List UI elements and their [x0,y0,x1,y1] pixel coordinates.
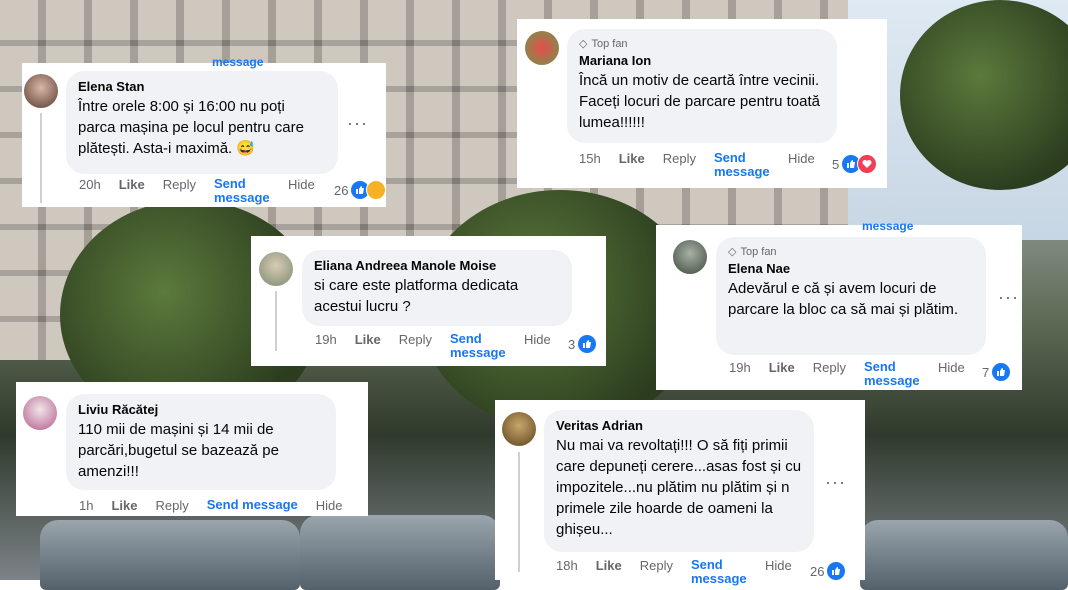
reply-button[interactable]: Reply [640,558,673,573]
love-reaction-icon [857,154,878,174]
avatar[interactable] [24,74,58,108]
thread-line [40,113,42,203]
comment-bubble: Elena Stan Între orele 8:00 și 16:00 nu … [66,71,338,174]
hide-button[interactable]: Hide [765,558,792,573]
avatar[interactable] [673,240,707,274]
timestamp[interactable]: 1h [79,498,93,513]
comment-actions: 1h Like Reply Send message Hide [79,498,343,514]
top-fan-badge: ◇ Top fan [579,37,628,51]
send-message-button[interactable]: Send message [207,498,298,512]
comment-actions: 18h Like Reply Send message Hide [556,558,792,586]
comment-actions: 19h Like Reply Send message Hide [729,360,965,388]
more-options-icon[interactable]: ··· [998,287,1019,308]
commenter-name[interactable]: Veritas Adrian [556,418,802,433]
like-button[interactable]: Like [769,360,795,375]
thread-line [275,291,277,351]
send-message-button[interactable]: Send message [214,177,270,205]
comment-text: 110 mii de mașini și 14 mii de parcări,b… [78,421,279,480]
comment-actions: 15h Like Reply Send message Hide [579,151,815,179]
cut-send-message: message [862,219,914,233]
reply-button[interactable]: Reply [155,498,188,513]
like-button[interactable]: Like [119,177,145,192]
comment-bubble: ◇ Top fan Elena Nae Adevărul e că și avem… [716,237,986,355]
avatar[interactable] [259,252,293,286]
timestamp[interactable]: 18h [556,558,578,573]
reaction-summary[interactable]: 26 [334,180,387,200]
reaction-summary[interactable]: 7 [982,363,1011,381]
send-message-button[interactable]: Send message [450,332,506,360]
thread-line [518,452,520,572]
reaction-count: 26 [334,182,349,198]
send-message-button[interactable]: Send message [714,151,770,179]
timestamp[interactable]: 19h [729,360,751,375]
commenter-name[interactable]: Elena Nae [728,261,974,276]
comment-text: Încă un motiv de ceartă între vecinii. F… [579,72,820,131]
comment-text: Adevărul e că și avem locuri de parcare … [728,280,959,318]
comment-text: si care este platforma dedicata acestui … [314,277,519,315]
more-options-icon[interactable]: ··· [347,113,368,134]
commenter-name[interactable]: Elena Stan [78,79,326,94]
reaction-count: 26 [810,563,825,579]
hide-button[interactable]: Hide [938,360,965,375]
reaction-count: 7 [982,364,990,380]
diamond-icon: ◇ [579,38,588,50]
haha-reaction-icon [366,180,387,200]
comment-card: ◇ Top fan Mariana Ion Încă un motiv de ce… [517,19,887,188]
comment-card: Liviu Răcătej 110 mii de mașini și 14 mi… [16,382,368,516]
like-button[interactable]: Like [619,151,645,166]
like-button[interactable]: Like [596,558,622,573]
like-reaction-icon [992,363,1011,381]
send-message-button[interactable]: Send message [864,360,920,388]
commenter-name[interactable]: Liviu Răcătej [78,402,324,417]
reaction-count: 5 [832,156,840,172]
comment-actions: 19h Like Reply Send message Hide [315,332,551,360]
timestamp[interactable]: 20h [79,177,101,192]
reply-button[interactable]: Reply [663,151,696,166]
hide-button[interactable]: Hide [788,151,815,166]
hide-button[interactable]: Hide [316,498,343,513]
comment-card: message Elena Stan Între orele 8:00 și 1… [22,55,387,207]
comment-text: Între orele 8:00 și 16:00 nu poți parca … [78,98,304,157]
comment-card: message ◇ Top fan Elena Nae Adevărul e că… [656,219,1022,390]
avatar[interactable] [525,31,559,65]
timestamp[interactable]: 19h [315,332,337,347]
parked-car [300,515,500,590]
comment-actions: 20h Like Reply Send message Hide [79,177,315,205]
hide-button[interactable]: Hide [288,177,315,192]
avatar[interactable] [23,396,57,430]
reply-button[interactable]: Reply [399,332,432,347]
comment-bubble: Liviu Răcătej 110 mii de mașini și 14 mi… [66,394,336,490]
more-options-icon[interactable]: ··· [825,472,846,493]
reaction-summary[interactable]: 5 [832,154,878,174]
reply-button[interactable]: Reply [813,360,846,375]
comment-text: Nu mai va revoltați!!! O să fiți primii … [556,437,802,538]
like-reaction-icon [578,335,597,353]
comment-bubble: Eliana Andreea Manole Moise si care este… [302,250,572,326]
top-fan-badge: ◇ Top fan [728,245,777,259]
send-message-button[interactable]: Send message [691,558,747,586]
cut-send-message: message [212,55,264,69]
commenter-name[interactable]: Mariana Ion [579,53,825,68]
avatar[interactable] [502,412,536,446]
reaction-summary[interactable]: 3 [568,335,597,353]
comment-bubble: ◇ Top fan Mariana Ion Încă un motiv de ce… [567,29,837,143]
like-button[interactable]: Like [111,498,137,513]
comment-card: Eliana Andreea Manole Moise si care este… [251,236,606,366]
comment-card: Veritas Adrian Nu mai va revoltați!!! O … [495,400,865,586]
reaction-count: 3 [568,336,576,352]
commenter-name[interactable]: Eliana Andreea Manole Moise [314,258,560,273]
like-button[interactable]: Like [355,332,381,347]
hide-button[interactable]: Hide [524,332,551,347]
timestamp[interactable]: 15h [579,151,601,166]
comment-bubble: Veritas Adrian Nu mai va revoltați!!! O … [544,410,814,552]
diamond-icon: ◇ [728,246,737,258]
reaction-summary[interactable]: 26 [810,562,846,580]
reply-button[interactable]: Reply [163,177,196,192]
like-reaction-icon [827,562,846,580]
